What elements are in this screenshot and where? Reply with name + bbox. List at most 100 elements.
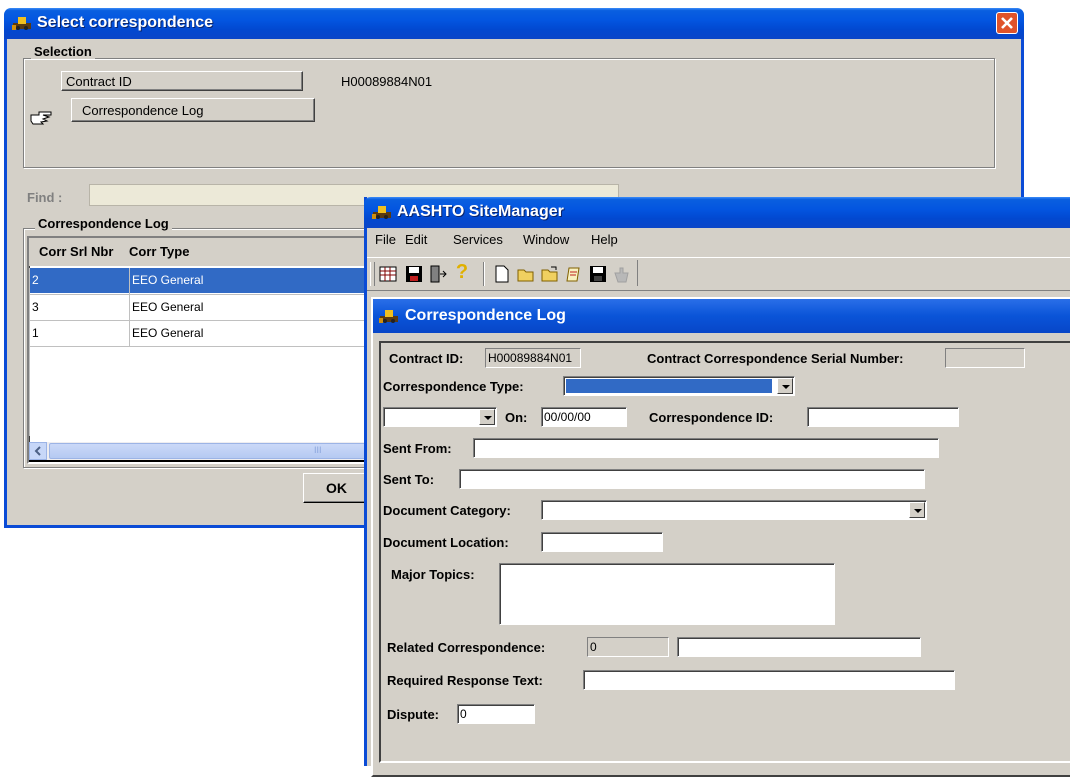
menu-bar: File Edit Services Window Help xyxy=(367,228,1070,254)
correspondence-log-button-label: Correspondence Log xyxy=(82,103,204,118)
row-type: EEO General xyxy=(132,273,204,287)
sent-from-label: Sent From: xyxy=(383,441,452,456)
serial-number-label: Contract Correspondence Serial Number: xyxy=(647,351,904,366)
sent-to-input[interactable] xyxy=(459,469,925,489)
toolbar-separator xyxy=(637,260,638,286)
close-icon xyxy=(1001,17,1013,29)
dispute-value: 0 xyxy=(460,707,467,721)
document-category-label: Document Category: xyxy=(383,503,511,518)
row-type: EEO General xyxy=(132,326,204,340)
correspondence-type-label: Correspondence Type: xyxy=(383,379,524,394)
open-folder-2-icon[interactable] xyxy=(541,265,559,283)
contract-id-value: H00089884N01 xyxy=(341,74,433,89)
table-header: Corr Srl Nbr Corr Type xyxy=(29,238,405,266)
related-count-value: 0 xyxy=(590,640,597,654)
selection-group-title: Selection xyxy=(31,44,95,59)
log-title: Correspondence Log xyxy=(405,307,566,324)
contract-id-label: Contract ID xyxy=(66,74,132,89)
app-bulldozer-icon xyxy=(12,17,31,30)
find-label: Find : xyxy=(27,190,63,205)
col-divider xyxy=(129,268,130,346)
on-label: On: xyxy=(505,410,528,425)
chevron-down-icon[interactable] xyxy=(777,378,793,394)
correspondence-id-input[interactable] xyxy=(807,407,959,427)
table-row[interactable]: 1 EEO General xyxy=(30,320,404,347)
sent-to-label: Sent To: xyxy=(383,472,435,487)
dispute-input[interactable]: 0 xyxy=(457,704,535,724)
chevron-left-icon xyxy=(34,446,41,456)
log-titlebar[interactable]: Correspondence Log xyxy=(373,299,1070,333)
help-icon[interactable]: ? xyxy=(453,262,471,282)
correspondence-table[interactable]: Corr Srl Nbr Corr Type 2 EEO General 3 E… xyxy=(27,236,407,464)
open-folder-icon[interactable] xyxy=(517,265,535,283)
menu-window[interactable]: Window xyxy=(523,232,569,247)
related-correspondence-input[interactable] xyxy=(677,637,921,657)
col-divider xyxy=(29,268,30,436)
serial-number-field xyxy=(945,348,1025,368)
correspondence-log-button[interactable]: Correspondence Log xyxy=(71,98,315,122)
document-location-input[interactable] xyxy=(541,532,663,552)
col-header-corr-srl-nbr[interactable]: Corr Srl Nbr xyxy=(39,244,113,259)
document-location-label: Document Location: xyxy=(383,535,509,550)
row-type: EEO General xyxy=(132,300,204,314)
select-dialog-titlebar[interactable]: Select correspondence xyxy=(4,8,1024,39)
row-nbr: 2 xyxy=(32,273,39,287)
grid-icon[interactable] xyxy=(379,265,397,283)
chevron-down-icon[interactable] xyxy=(909,502,925,518)
on-date-value: 00/00/00 xyxy=(544,410,591,424)
related-correspondence-label: Related Correspondence: xyxy=(387,640,546,655)
required-response-input[interactable] xyxy=(583,670,955,690)
table-bottom-edge xyxy=(29,460,405,462)
contract-id-button[interactable]: Contract ID xyxy=(61,71,303,91)
new-doc-icon[interactable] xyxy=(493,265,511,283)
scroll-left-button[interactable] xyxy=(29,442,47,460)
direction-select[interactable] xyxy=(383,407,497,427)
major-topics-label: Major Topics: xyxy=(391,567,475,582)
dispute-label: Dispute: xyxy=(387,707,439,722)
hand-icon[interactable] xyxy=(613,265,631,283)
scroll-grip: III xyxy=(314,445,322,455)
table-row[interactable]: 3 EEO General xyxy=(30,294,404,320)
app-bulldozer-icon xyxy=(372,206,391,219)
close-button[interactable] xyxy=(996,12,1018,34)
scroll-thumb[interactable]: III xyxy=(49,443,389,459)
correspondence-type-select[interactable] xyxy=(563,376,795,396)
chevron-down-icon[interactable] xyxy=(479,409,495,425)
menu-services[interactable]: Services xyxy=(453,232,503,247)
toolbar-separator xyxy=(483,262,485,286)
required-response-label: Required Response Text: xyxy=(387,673,543,688)
related-correspondence-count: 0 xyxy=(587,637,669,657)
major-topics-textarea[interactable] xyxy=(499,563,835,625)
sitemanager-window: AASHTO SiteManager File Edit Services Wi… xyxy=(364,197,1070,777)
menu-help[interactable]: Help xyxy=(591,232,618,247)
sitemanager-title: AASHTO SiteManager xyxy=(397,203,564,220)
floppy-icon[interactable] xyxy=(589,265,607,283)
log-form-panel: Contract ID: H00089884N01 Contract Corre… xyxy=(379,341,1070,763)
contract-id-value: H00089884N01 xyxy=(488,351,573,365)
correspondence-log-window: Correspondence Log Contract ID: H0008988… xyxy=(371,297,1070,777)
app-bulldozer-icon xyxy=(379,310,398,323)
menu-edit[interactable]: Edit xyxy=(405,232,427,247)
log-group-title: Correspondence Log xyxy=(35,216,172,231)
row-nbr: 1 xyxy=(32,326,39,340)
menu-file[interactable]: File xyxy=(375,232,396,247)
save-disk-icon[interactable] xyxy=(405,265,423,283)
toolbar-grip xyxy=(370,262,375,286)
horizontal-scrollbar[interactable]: III xyxy=(29,442,405,460)
notes-icon[interactable] xyxy=(565,265,583,283)
row-nbr: 3 xyxy=(32,300,39,314)
col-header-corr-type[interactable]: Corr Type xyxy=(129,244,189,259)
contract-id-label: Contract ID: xyxy=(389,351,464,366)
ok-label: OK xyxy=(326,480,347,496)
correspondence-id-label: Correspondence ID: xyxy=(649,410,774,425)
sitemanager-titlebar[interactable]: AASHTO SiteManager xyxy=(364,197,1070,228)
on-date-input[interactable]: 00/00/00 xyxy=(541,407,627,427)
toolbar: ? xyxy=(367,257,1070,291)
correspondence-type-selection xyxy=(565,378,773,394)
contract-id-field: H00089884N01 xyxy=(485,348,581,368)
document-category-select[interactable] xyxy=(541,500,927,520)
pointing-hand-icon xyxy=(30,111,52,125)
sent-from-input[interactable] xyxy=(473,438,939,458)
table-row[interactable]: 2 EEO General xyxy=(30,268,404,293)
exit-door-icon[interactable] xyxy=(429,265,447,283)
